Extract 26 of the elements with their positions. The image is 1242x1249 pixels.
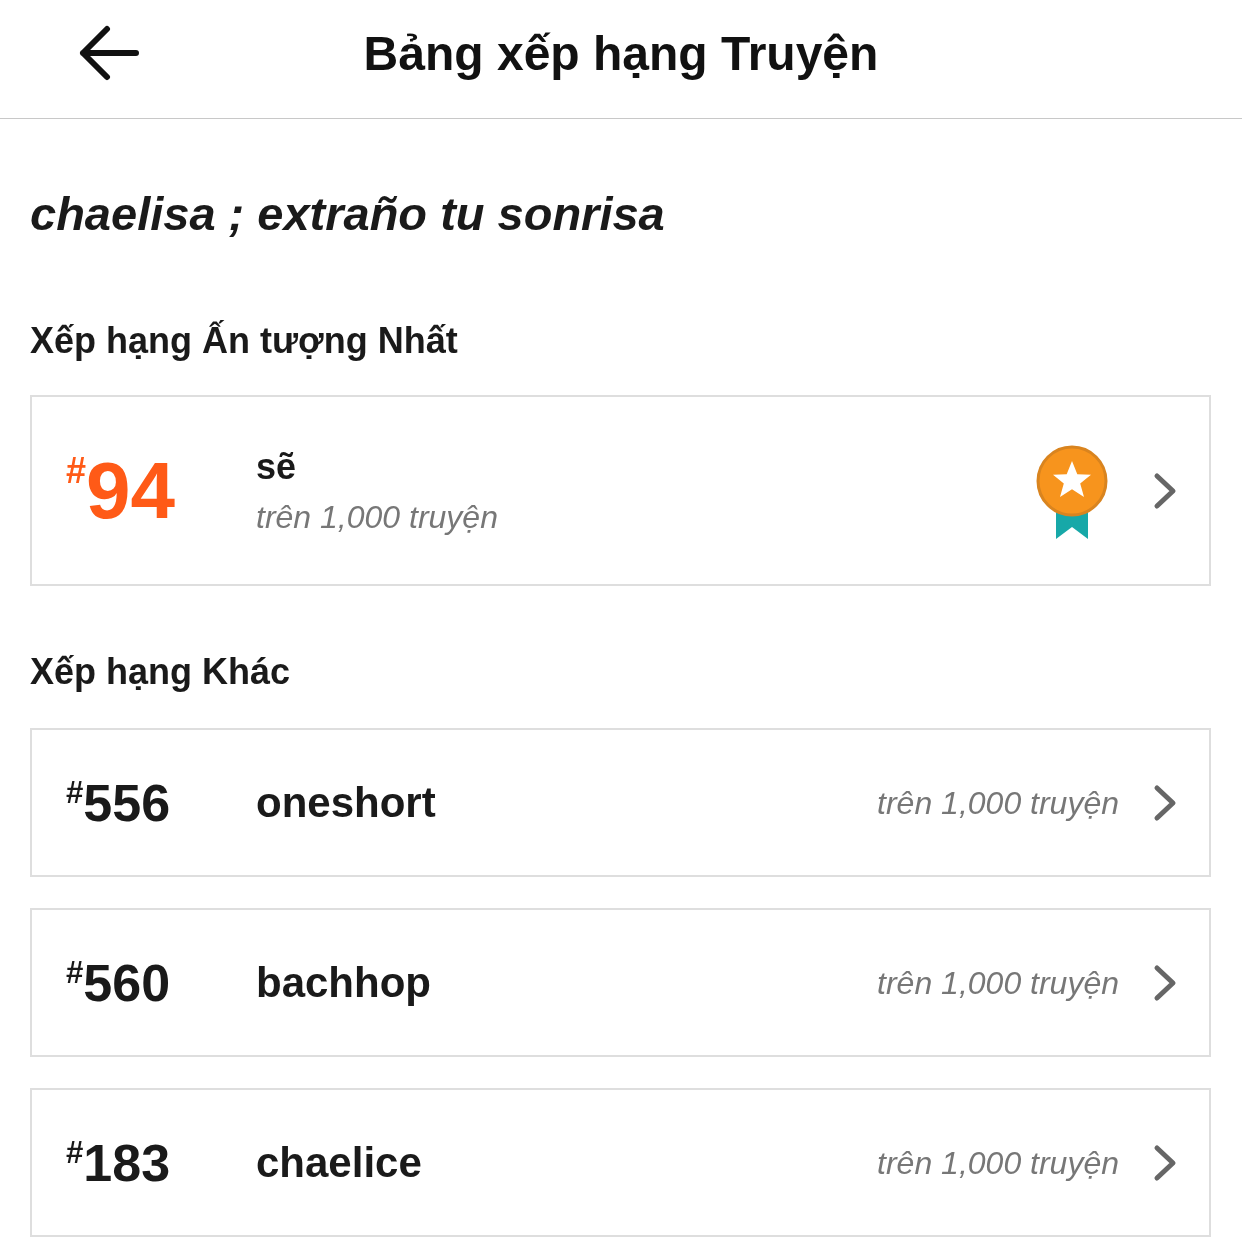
section-heading: Xếp hạng Khác (30, 650, 291, 694)
ranking-scope: trên 1,000 truyện (877, 1143, 1119, 1183)
tag-name: sẽ (256, 444, 297, 489)
medal-icon (1036, 444, 1108, 541)
tag-name: bachhop (256, 957, 432, 1008)
ranking-card[interactable]: $^{#}$556 oneshort trên 1,000 truyện (30, 728, 1211, 877)
ranking-scope: trên 1,000 truyện (256, 497, 498, 537)
chevron-right-icon (1153, 1143, 1177, 1182)
chevron-right-icon (1153, 471, 1177, 510)
ranking-scope: trên 1,000 truyện (877, 783, 1119, 823)
story-title: chaelisa ; extraño tu sonrisa (30, 186, 665, 242)
ranking-card[interactable]: $^{#}$560 bachhop trên 1,000 truyện (30, 908, 1211, 1057)
chevron-right-icon (1153, 783, 1177, 822)
back-arrow-icon (77, 25, 139, 81)
section-heading: Xếp hạng Ấn tượng Nhất (30, 319, 458, 363)
tag-name: chaelice (256, 1137, 423, 1188)
rank-number: $^{#}$556 (66, 776, 172, 829)
rank-number: $^{#}$183 (66, 1136, 172, 1189)
ranking-scope: trên 1,000 truyện (877, 963, 1119, 1003)
rank-number: $^{#}$560 (66, 956, 172, 1009)
page-title: Bảng xếp hạng Truyện (363, 25, 879, 81)
rank-number: $^{#}$94 (66, 450, 176, 531)
ranking-card[interactable]: $^{#}$183 chaelice trên 1,000 truyện (30, 1088, 1211, 1237)
chevron-right-icon (1153, 963, 1177, 1002)
ranking-card[interactable]: $^{#}$94 sẽ trên 1,000 truyện (30, 395, 1211, 586)
tag-name: oneshort (256, 777, 437, 828)
